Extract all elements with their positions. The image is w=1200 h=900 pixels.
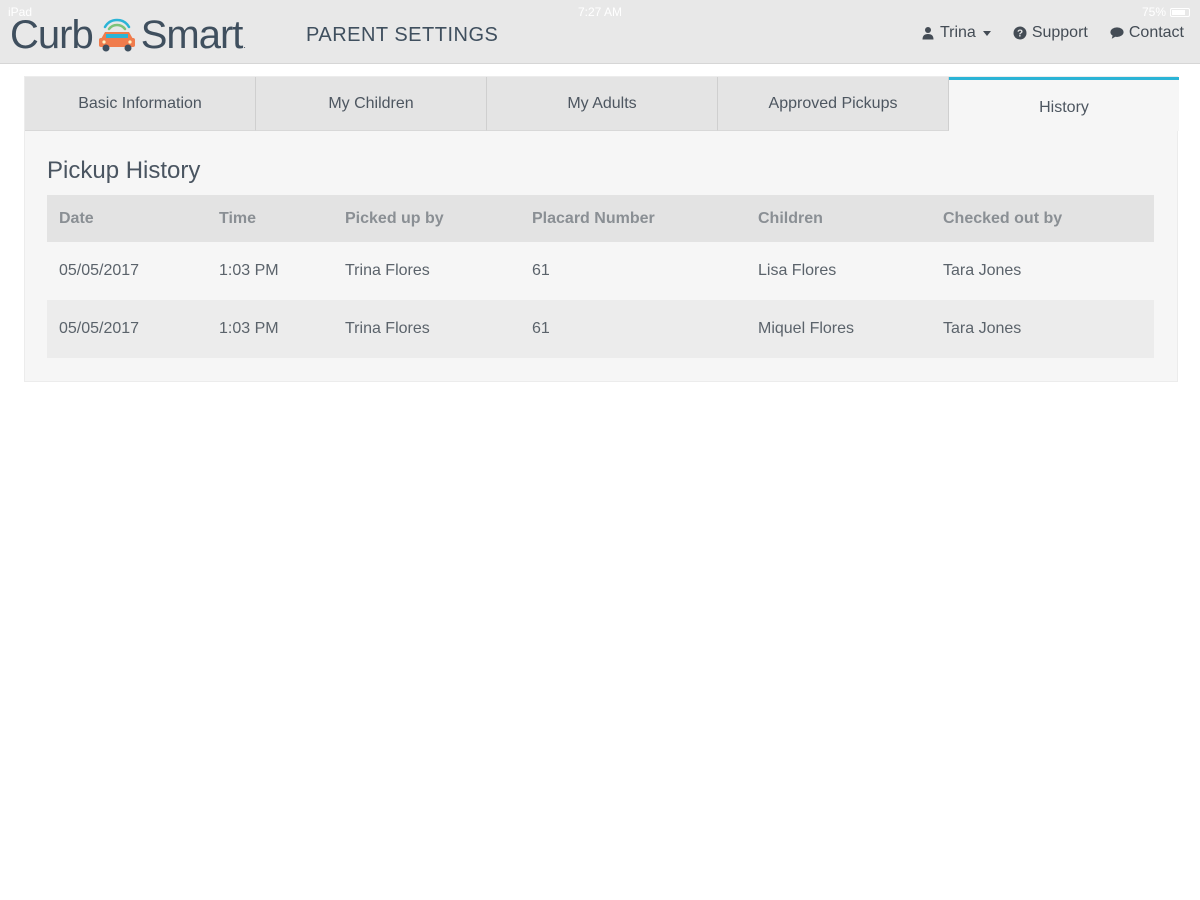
- support-link-label: Support: [1031, 24, 1088, 41]
- status-battery: 75%: [1142, 5, 1190, 19]
- column-header-picked-up-by: Picked up by: [345, 209, 444, 227]
- table-row: 05/05/2017 1:03 PM Trina Flores 61 Lisa …: [47, 242, 1154, 300]
- svg-text:?: ?: [1017, 29, 1023, 40]
- cell-placard-number: 61: [532, 320, 550, 337]
- tab-my-adults[interactable]: My Adults: [487, 77, 718, 131]
- column-header-time: Time: [219, 209, 257, 227]
- table-header: Date Time Picked up by Placard Number Ch…: [47, 195, 1154, 242]
- cell-checked-out-by: Tara Jones: [943, 262, 1022, 279]
- cell-children: Lisa Flores: [758, 262, 837, 279]
- cell-time: 1:03 PM: [219, 320, 279, 337]
- user-menu-label: Trina: [939, 24, 976, 41]
- contact-link[interactable]: Contact: [1110, 24, 1184, 42]
- cell-time: 1:03 PM: [219, 262, 279, 279]
- column-header-placard-number: Placard Number: [532, 209, 655, 227]
- section-title: PARENT SETTINGS: [306, 24, 499, 46]
- tab-history[interactable]: History: [949, 77, 1179, 131]
- speech-bubble-icon: [1110, 27, 1124, 39]
- pickup-history-table: Date Time Picked up by Placard Number Ch…: [47, 195, 1154, 358]
- logo-trademark: .: [243, 40, 246, 50]
- page-title: Pickup History: [47, 157, 201, 184]
- curbsmart-logo[interactable]: Curb Smart .: [10, 10, 246, 60]
- user-menu[interactable]: Trina: [921, 24, 991, 42]
- question-circle-icon: ?: [1013, 26, 1027, 40]
- logo-text-smart: Smart: [140, 13, 244, 57]
- cell-children: Miquel Flores: [758, 320, 855, 337]
- settings-panel: Basic Information My Children My Adults …: [24, 76, 1179, 382]
- app-header: iPad 7:27 AM 75% Curb Smart . PARENT SET…: [0, 0, 1200, 64]
- tab-basic-information[interactable]: Basic Information: [25, 77, 256, 131]
- cell-picked-up-by: Trina Flores: [345, 320, 430, 337]
- tab-my-children[interactable]: My Children: [256, 77, 487, 131]
- settings-tabs: Basic Information My Children My Adults …: [25, 77, 1179, 131]
- cell-placard-number: 61: [532, 262, 550, 279]
- cell-picked-up-by: Trina Flores: [345, 262, 430, 279]
- column-header-checked-out-by: Checked out by: [943, 209, 1063, 227]
- header-nav: Trina ? Support Contact: [921, 24, 1184, 42]
- column-header-date: Date: [59, 209, 94, 227]
- battery-icon: [1170, 7, 1190, 17]
- battery-percent: 75%: [1141, 5, 1166, 19]
- table-row: 05/05/2017 1:03 PM Trina Flores 61 Mique…: [47, 300, 1154, 358]
- caret-down-icon: [982, 30, 991, 36]
- support-link[interactable]: ? Support: [1013, 24, 1088, 42]
- tab-approved-pickups[interactable]: Approved Pickups: [718, 77, 949, 131]
- cell-date: 05/05/2017: [59, 320, 140, 337]
- contact-link-label: Contact: [1128, 24, 1184, 41]
- cell-checked-out-by: Tara Jones: [943, 320, 1022, 337]
- cell-date: 05/05/2017: [59, 262, 140, 279]
- user-icon: [922, 27, 934, 40]
- logo-text-curb: Curb: [10, 13, 94, 57]
- column-header-children: Children: [758, 209, 823, 227]
- car-icon: [98, 18, 135, 52]
